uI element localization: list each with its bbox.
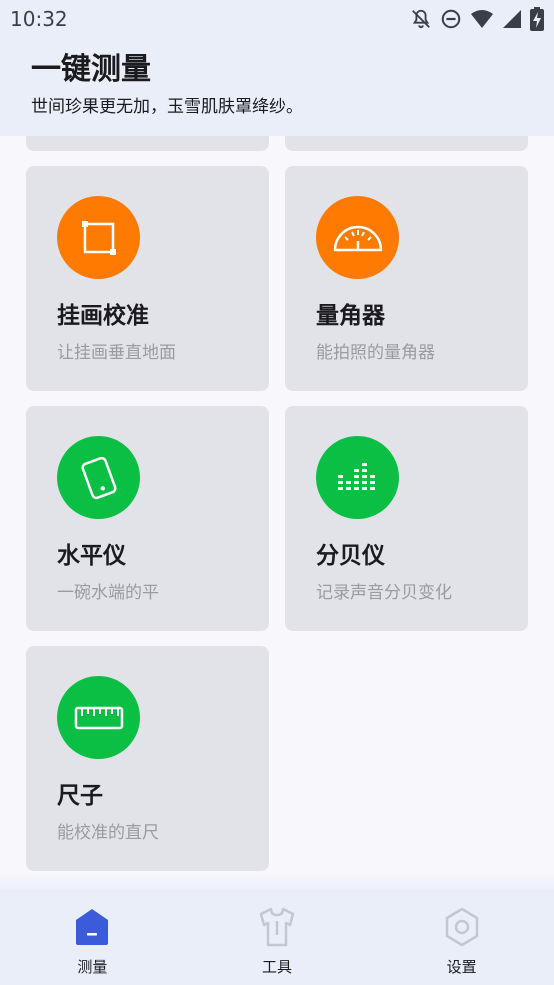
home-icon (74, 907, 110, 947)
status-time: 10:32 (10, 7, 68, 31)
shirt-icon (259, 907, 295, 947)
tool-card-desc: 让挂画垂直地面 (57, 343, 176, 363)
do-not-disturb-icon (440, 8, 462, 30)
tool-card-ruler[interactable]: 尺子 能校准的直尺 (26, 646, 269, 871)
tool-card-level[interactable]: 水平仪 一碗水端的平 (26, 406, 269, 631)
tool-card-title: 分贝仪 (316, 543, 385, 569)
tool-card-title: 量角器 (316, 303, 385, 329)
tool-card-protractor[interactable]: 量角器 能拍照的量角器 (285, 166, 528, 391)
tool-card-desc: 能校准的直尺 (57, 823, 159, 843)
tool-card-decibel-meter[interactable]: 分贝仪 记录声音分贝变化 (285, 406, 528, 631)
status-icons (410, 7, 544, 31)
tool-card-desc: 记录声音分贝变化 (316, 583, 452, 603)
ruler-icon (57, 676, 140, 759)
tool-card-desc: 能拍照的量角器 (316, 343, 435, 363)
page-subtitle: 世间珍果更无加，玉雪肌肤罩绛纱。 (31, 97, 303, 117)
nav-label: 设置 (446, 958, 477, 976)
battery-charging-icon (530, 7, 544, 31)
status-bar: 10:32 (0, 0, 554, 38)
page-title: 一键测量 (31, 52, 151, 87)
partial-card-right[interactable] (285, 136, 528, 151)
tool-card-title: 水平仪 (57, 543, 126, 569)
frame-icon (57, 196, 140, 279)
nav-item-settings[interactable]: 设置 (402, 889, 522, 977)
tool-card-picture-calibration[interactable]: 挂画校准 让挂画垂直地面 (26, 166, 269, 391)
partial-card-left[interactable] (26, 136, 269, 151)
nav-item-tools[interactable]: 工具 (217, 889, 337, 977)
wifi-icon (470, 8, 494, 30)
app-header: 一键测量 世间珍果更无加，玉雪肌肤罩绛纱。 (0, 38, 554, 136)
nav-item-measure[interactable]: 测量 (32, 889, 152, 977)
gear-icon (442, 907, 482, 947)
tool-card-title: 挂画校准 (57, 303, 149, 329)
phone-level-icon (57, 436, 140, 519)
nav-label: 测量 (77, 958, 108, 976)
protractor-icon (316, 196, 399, 279)
decibel-bars-icon (316, 436, 399, 519)
nav-label: 工具 (261, 958, 292, 976)
signal-icon (502, 9, 522, 29)
bottom-nav: 测量 工具 设置 (0, 889, 554, 985)
tool-card-desc: 一碗水端的平 (57, 583, 159, 603)
tools-grid[interactable]: 挂画校准 让挂画垂直地面 量角器 能拍照的量角器 水平仪 一碗水端的平 分贝仪 … (0, 136, 554, 888)
tool-card-title: 尺子 (57, 783, 103, 809)
notifications-off-icon (410, 8, 432, 30)
